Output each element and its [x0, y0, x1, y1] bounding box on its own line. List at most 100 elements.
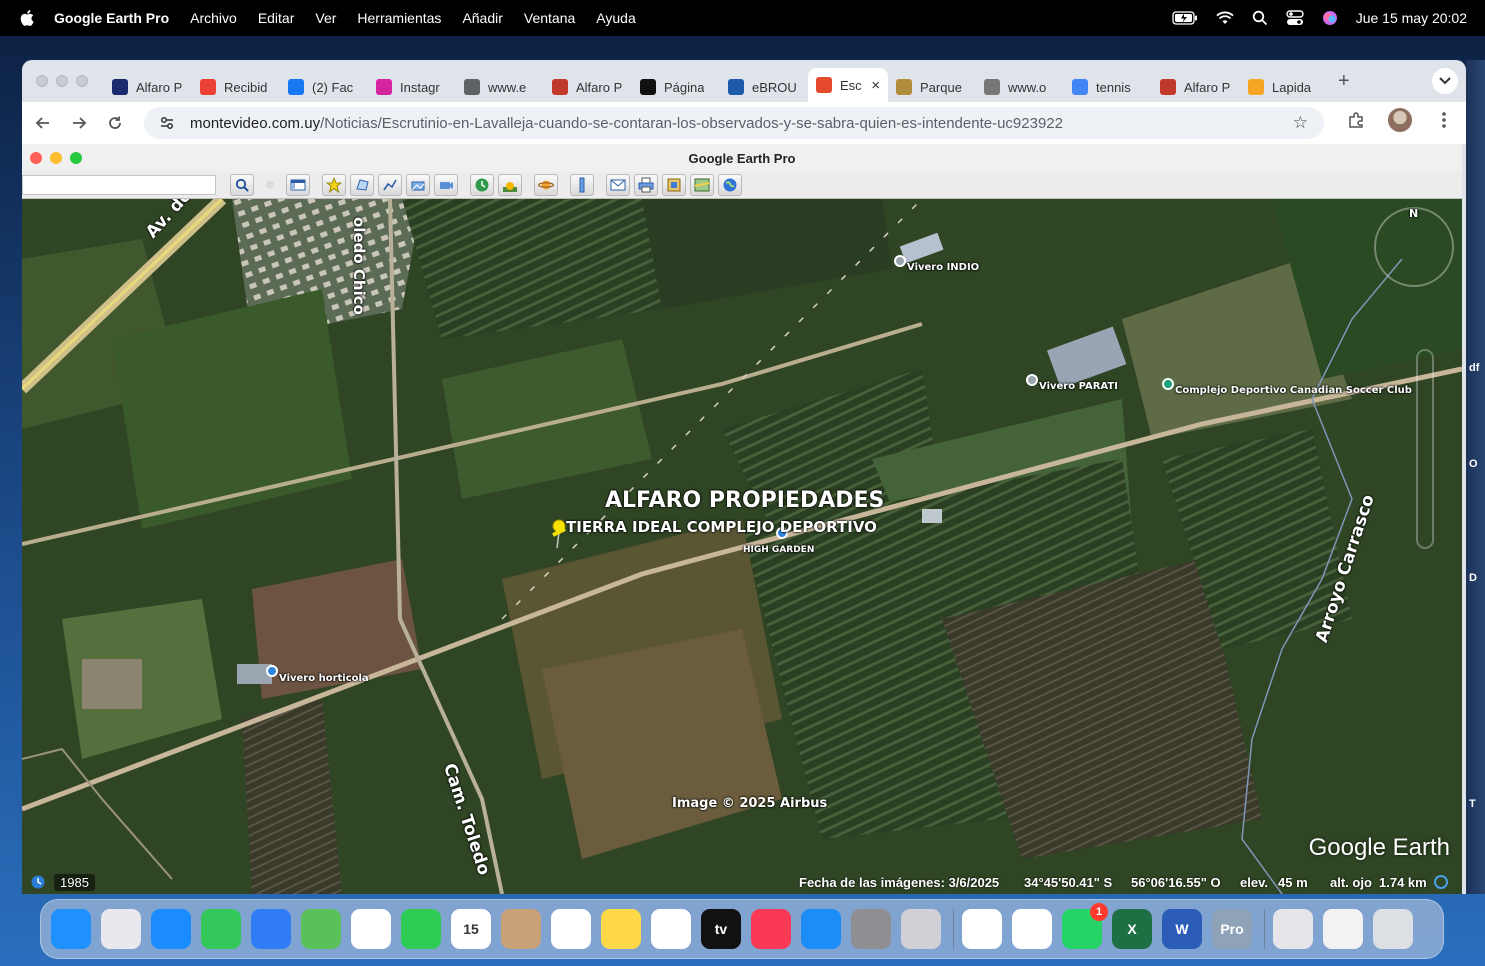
browser-tab[interactable]: Recibid	[192, 72, 280, 102]
minimize-window-button[interactable]	[50, 152, 62, 164]
poi-complejo-icon[interactable]	[1162, 378, 1174, 390]
new-tab-button[interactable]: +	[1338, 70, 1350, 93]
dock-app-photos-icon[interactable]	[351, 909, 391, 949]
poi-vivero-horticola[interactable]: Vivero horticola	[279, 673, 369, 684]
email-button[interactable]	[606, 174, 630, 196]
browser-tab[interactable]: Página	[632, 72, 720, 102]
browser-tab[interactable]: tennis	[1064, 72, 1152, 102]
search-input[interactable]	[22, 175, 216, 195]
zoom-slider[interactable]	[1416, 349, 1434, 549]
tab-search-button[interactable]	[1432, 68, 1458, 94]
toggle-icon[interactable]	[258, 174, 282, 196]
menu-clock[interactable]: Jue 15 may 20:02	[1356, 10, 1467, 26]
add-placemark-button[interactable]	[322, 174, 346, 196]
menu-herramientas[interactable]: Herramientas	[357, 10, 441, 26]
menu-archivo[interactable]: Archivo	[190, 10, 237, 26]
search-button[interactable]	[230, 174, 254, 196]
poi-vivero-horticola-icon[interactable]	[266, 665, 278, 677]
browser-tab[interactable]: eBROU	[720, 72, 808, 102]
browser-tab[interactable]: Instagr	[368, 72, 456, 102]
dock-app-word-icon[interactable]: W	[1162, 909, 1202, 949]
menu-app-name[interactable]: Google Earth Pro	[54, 10, 169, 26]
dock-app-calendar-icon[interactable]: 15	[451, 909, 491, 949]
dock-app-contacts-icon[interactable]	[501, 909, 541, 949]
address-bar[interactable]: montevideo.com.uy/Noticias/Escrutinio-en…	[144, 107, 1324, 139]
browser-tab[interactable]: www.e	[456, 72, 544, 102]
apple-icon[interactable]	[18, 8, 38, 28]
back-button[interactable]	[28, 108, 58, 138]
dock-app-app-store-icon[interactable]	[801, 909, 841, 949]
poi-vivero-indio-icon[interactable]	[894, 255, 906, 267]
print-button[interactable]	[634, 174, 658, 196]
siri-icon[interactable]	[1322, 10, 1338, 26]
browser-tab[interactable]: (2) Fac	[280, 72, 368, 102]
spotlight-search-icon[interactable]	[1252, 10, 1268, 26]
dock-app-chrome-icon[interactable]	[1012, 909, 1052, 949]
dock-app-maps-alt-icon[interactable]	[962, 909, 1002, 949]
close-window-button[interactable]	[30, 152, 42, 164]
dock-app-system-settings-icon[interactable]	[851, 909, 891, 949]
close-tab-icon[interactable]: ×	[871, 77, 880, 94]
dock-app-facetime-icon[interactable]	[401, 909, 441, 949]
save-image-button[interactable]	[662, 174, 686, 196]
extensions-icon[interactable]	[1344, 108, 1368, 132]
forward-button[interactable]	[64, 108, 94, 138]
earth-view-button[interactable]	[718, 174, 742, 196]
browser-tab[interactable]: Alfaro P	[1152, 72, 1240, 102]
historical-imagery-button[interactable]	[470, 174, 494, 196]
sidebar-toggle-button[interactable]	[286, 174, 310, 196]
poi-high-garden[interactable]: HIGH GARDEN	[743, 545, 814, 555]
view-in-maps-button[interactable]	[690, 174, 714, 196]
dock-app-reminders-icon[interactable]	[551, 909, 591, 949]
poi-vivero-parati[interactable]: Vivero PARATI	[1039, 381, 1118, 392]
dock-app-google-earth-pro-icon[interactable]: Pro	[1212, 909, 1252, 949]
close-window-button[interactable]	[36, 75, 48, 87]
browser-tab[interactable]: Lapida	[1240, 72, 1328, 102]
dock-app-freeform-icon[interactable]	[651, 909, 691, 949]
menu-ventana[interactable]: Ventana	[524, 10, 575, 26]
dock-app-mail-icon[interactable]	[251, 909, 291, 949]
menu-ayuda[interactable]: Ayuda	[596, 10, 635, 26]
add-overlay-button[interactable]	[406, 174, 430, 196]
more-menu-icon[interactable]	[1432, 108, 1456, 132]
planets-button[interactable]	[534, 174, 558, 196]
browser-tab[interactable]: Esc ×	[808, 68, 888, 102]
historical-year[interactable]: 1985	[54, 873, 95, 891]
bookmark-star-icon[interactable]: ☆	[1293, 113, 1308, 133]
record-tour-button[interactable]	[434, 174, 458, 196]
dock-app-tv-icon[interactable]: tv	[701, 909, 741, 949]
browser-tab[interactable]: www.o	[976, 72, 1064, 102]
placemark-subtitle[interactable]: TIERRA IDEAL COMPLEJO DEPORTIVO	[566, 518, 877, 536]
navigation-compass[interactable]: N	[1374, 207, 1454, 287]
control-center-icon[interactable]	[1286, 10, 1304, 26]
dock-app-trash-icon[interactable]	[1373, 909, 1413, 949]
dock-app-finder-icon[interactable]	[51, 909, 91, 949]
dock-app-whatsapp-icon[interactable]: 1	[1062, 903, 1108, 949]
dock-app-excel-icon[interactable]: X	[1112, 909, 1152, 949]
browser-tab[interactable]: Alfaro P	[104, 72, 192, 102]
browser-tab[interactable]: Alfaro P	[544, 72, 632, 102]
dock-app-preview-doc-icon[interactable]	[1273, 909, 1313, 949]
dock-app-messages-icon[interactable]	[201, 909, 241, 949]
dock-app-notes-icon[interactable]	[601, 909, 641, 949]
ruler-button[interactable]	[570, 174, 594, 196]
poi-complejo-deportivo[interactable]: Complejo Deportivo Canadian Soccer Club	[1175, 385, 1412, 396]
placemark-title[interactable]: ALFARO PROPIEDADES	[605, 488, 884, 513]
dock-app-maps-icon[interactable]	[301, 909, 341, 949]
minimize-window-button[interactable]	[56, 75, 68, 87]
poi-vivero-parati-icon[interactable]	[1026, 374, 1038, 386]
dock-app-iphone-mirroring-icon[interactable]	[901, 909, 941, 949]
dock-app-safari-icon[interactable]	[151, 909, 191, 949]
browser-tab[interactable]: Parque	[888, 72, 976, 102]
zoom-window-button[interactable]	[76, 75, 88, 87]
menu-anadir[interactable]: Añadir	[462, 10, 502, 26]
menu-ver[interactable]: Ver	[315, 10, 336, 26]
sunlight-button[interactable]	[498, 174, 522, 196]
satellite-map-view[interactable]: Av. de las oledo Chico Cam. Toledo Arroy…	[22, 199, 1462, 894]
poi-vivero-indio[interactable]: Vivero INDIO	[907, 262, 979, 273]
site-info-button[interactable]	[156, 112, 178, 134]
dock-app-document-icon[interactable]	[1323, 909, 1363, 949]
dock-app-music-icon[interactable]	[751, 909, 791, 949]
reload-button[interactable]	[100, 108, 130, 138]
add-path-button[interactable]	[378, 174, 402, 196]
